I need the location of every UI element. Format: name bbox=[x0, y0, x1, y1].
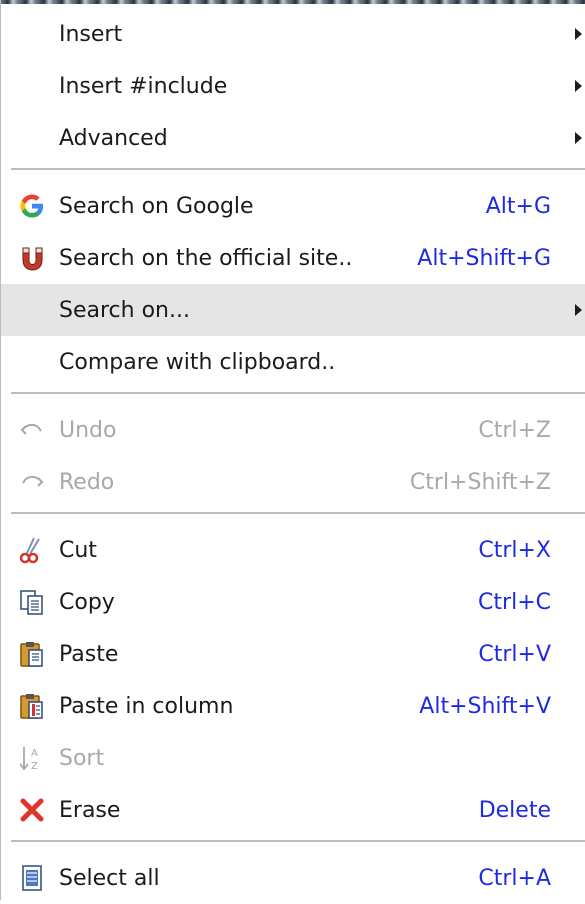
menu-item-shortcut: Ctrl+Shift+Z bbox=[409, 469, 551, 495]
red-x-icon bbox=[16, 794, 48, 826]
menu-item-shortcut: Ctrl+A bbox=[478, 865, 551, 891]
menu-separator bbox=[11, 840, 585, 842]
menu-item-search-google[interactable]: Search on Google Alt+G bbox=[1, 180, 585, 232]
paste-icon bbox=[16, 638, 48, 670]
submenu-arrow-icon bbox=[575, 80, 582, 92]
menu-item-shortcut: Alt+Shift+V bbox=[419, 693, 551, 719]
menu-item-label: Undo bbox=[59, 417, 117, 443]
background-strip bbox=[1, 0, 585, 4]
menu-item-label: Advanced bbox=[59, 125, 168, 151]
menu-item-label: Compare with clipboard.. bbox=[59, 349, 336, 375]
menu-item-shortcut: Alt+G bbox=[485, 193, 551, 219]
select-all-icon bbox=[16, 862, 48, 894]
menu-item-shortcut: Ctrl+Z bbox=[478, 417, 551, 443]
menu-item-erase[interactable]: Erase Delete bbox=[1, 784, 585, 836]
google-icon bbox=[16, 190, 48, 222]
menu-item-redo[interactable]: Redo Ctrl+Shift+Z bbox=[1, 456, 585, 508]
menu-item-advanced[interactable]: Advanced bbox=[1, 112, 585, 164]
menu-item-search-on[interactable]: Search on... bbox=[1, 284, 585, 336]
undo-icon bbox=[16, 414, 48, 446]
menu-item-shortcut: Ctrl+V bbox=[478, 641, 551, 667]
menu-separator bbox=[11, 168, 585, 170]
menu-item-shortcut: Ctrl+X bbox=[478, 537, 551, 563]
menu-item-insert-include[interactable]: Insert #include bbox=[1, 60, 585, 112]
menu-item-paste-in-column[interactable]: Paste in column Alt+Shift+V bbox=[1, 680, 585, 732]
submenu-arrow-icon bbox=[575, 132, 582, 144]
menu-item-label: Search on Google bbox=[59, 193, 254, 219]
menu-item-label: Copy bbox=[59, 589, 115, 615]
menu-item-label: Search on the official site.. bbox=[59, 245, 353, 271]
menu-item-compare-clipboard[interactable]: Compare with clipboard.. bbox=[1, 336, 585, 388]
menu-item-label: Select all bbox=[59, 865, 160, 891]
menu-item-shortcut: Delete bbox=[478, 797, 551, 823]
menu-item-insert[interactable]: Insert bbox=[1, 8, 585, 60]
menu-item-undo[interactable]: Undo Ctrl+Z bbox=[1, 404, 585, 456]
menu-item-label: Paste in column bbox=[59, 693, 234, 719]
menu-item-label: Cut bbox=[59, 537, 97, 563]
svg-text:A: A bbox=[31, 748, 38, 759]
redo-icon bbox=[16, 466, 48, 498]
menu-item-paste[interactable]: Paste Ctrl+V bbox=[1, 628, 585, 680]
copy-icon bbox=[16, 586, 48, 618]
menu-separator bbox=[11, 392, 585, 394]
magnet-icon bbox=[16, 242, 48, 274]
context-menu: Insert Insert #include Advanced Search o… bbox=[0, 0, 585, 900]
menu-item-label: Erase bbox=[59, 797, 121, 823]
menu-item-shortcut: Ctrl+C bbox=[478, 589, 551, 615]
menu-item-label: Search on... bbox=[59, 297, 190, 323]
menu-item-select-all[interactable]: Select all Ctrl+A bbox=[1, 852, 585, 904]
menu-item-search-official-site[interactable]: Search on the official site.. Alt+Shift+… bbox=[1, 232, 585, 284]
paste-column-icon bbox=[16, 690, 48, 722]
menu-item-shortcut: Alt+Shift+G bbox=[417, 245, 551, 271]
svg-text:Z: Z bbox=[31, 761, 38, 772]
menu-item-label: Redo bbox=[59, 469, 115, 495]
menu-item-label: Insert bbox=[59, 21, 123, 47]
sort-az-icon: A Z bbox=[16, 742, 48, 774]
scissors-icon bbox=[16, 534, 48, 566]
submenu-arrow-icon bbox=[575, 304, 582, 316]
menu-item-label: Insert #include bbox=[59, 73, 228, 99]
menu-item-label: Sort bbox=[59, 745, 105, 771]
menu-item-copy[interactable]: Copy Ctrl+C bbox=[1, 576, 585, 628]
submenu-arrow-icon bbox=[575, 28, 582, 40]
menu-item-sort[interactable]: A Z Sort bbox=[1, 732, 585, 784]
menu-item-cut[interactable]: Cut Ctrl+X bbox=[1, 524, 585, 576]
menu-item-label: Paste bbox=[59, 641, 119, 667]
menu-separator bbox=[11, 512, 585, 514]
